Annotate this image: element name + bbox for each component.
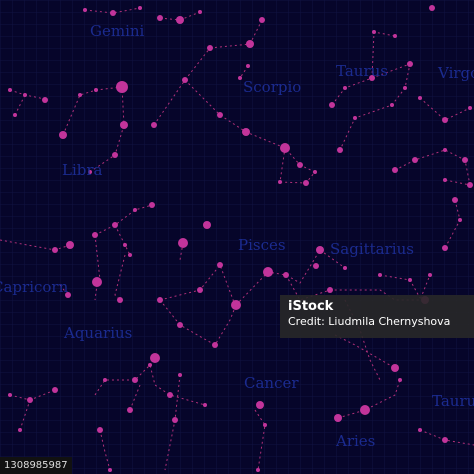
label-aries: Aries — [335, 432, 375, 450]
label-cancer: Cancer — [244, 374, 299, 392]
credit-text: Credit: Liudmila Chernyshova — [288, 315, 451, 328]
constellation-map: Gemini Taurus Virgo Scorpio Libra Pisces… — [0, 0, 474, 474]
label-libra: Libra — [62, 161, 103, 179]
label-capricorn: Capricorn — [0, 278, 69, 296]
label-virgo: Virgo — [437, 64, 474, 82]
label-taurus-2: Taurus — [432, 392, 474, 410]
label-pisces: Pisces — [238, 236, 286, 254]
credit-overlay: iStock Credit: Liudmila Chernyshova — [280, 295, 474, 338]
istock-logo: iStock — [288, 299, 334, 314]
label-sagittarius: Sagittarius — [330, 240, 414, 258]
grid-overlay — [0, 0, 474, 474]
label-aquarius: Aquarius — [63, 324, 132, 342]
stock-id-badge: 1308985987 — [0, 457, 72, 474]
label-gemini: Gemini — [90, 22, 145, 40]
star-map: Gemini Taurus Virgo Scorpio Libra Pisces… — [0, 0, 474, 474]
label-scorpio: Scorpio — [243, 78, 301, 96]
label-taurus: Taurus — [336, 62, 388, 80]
